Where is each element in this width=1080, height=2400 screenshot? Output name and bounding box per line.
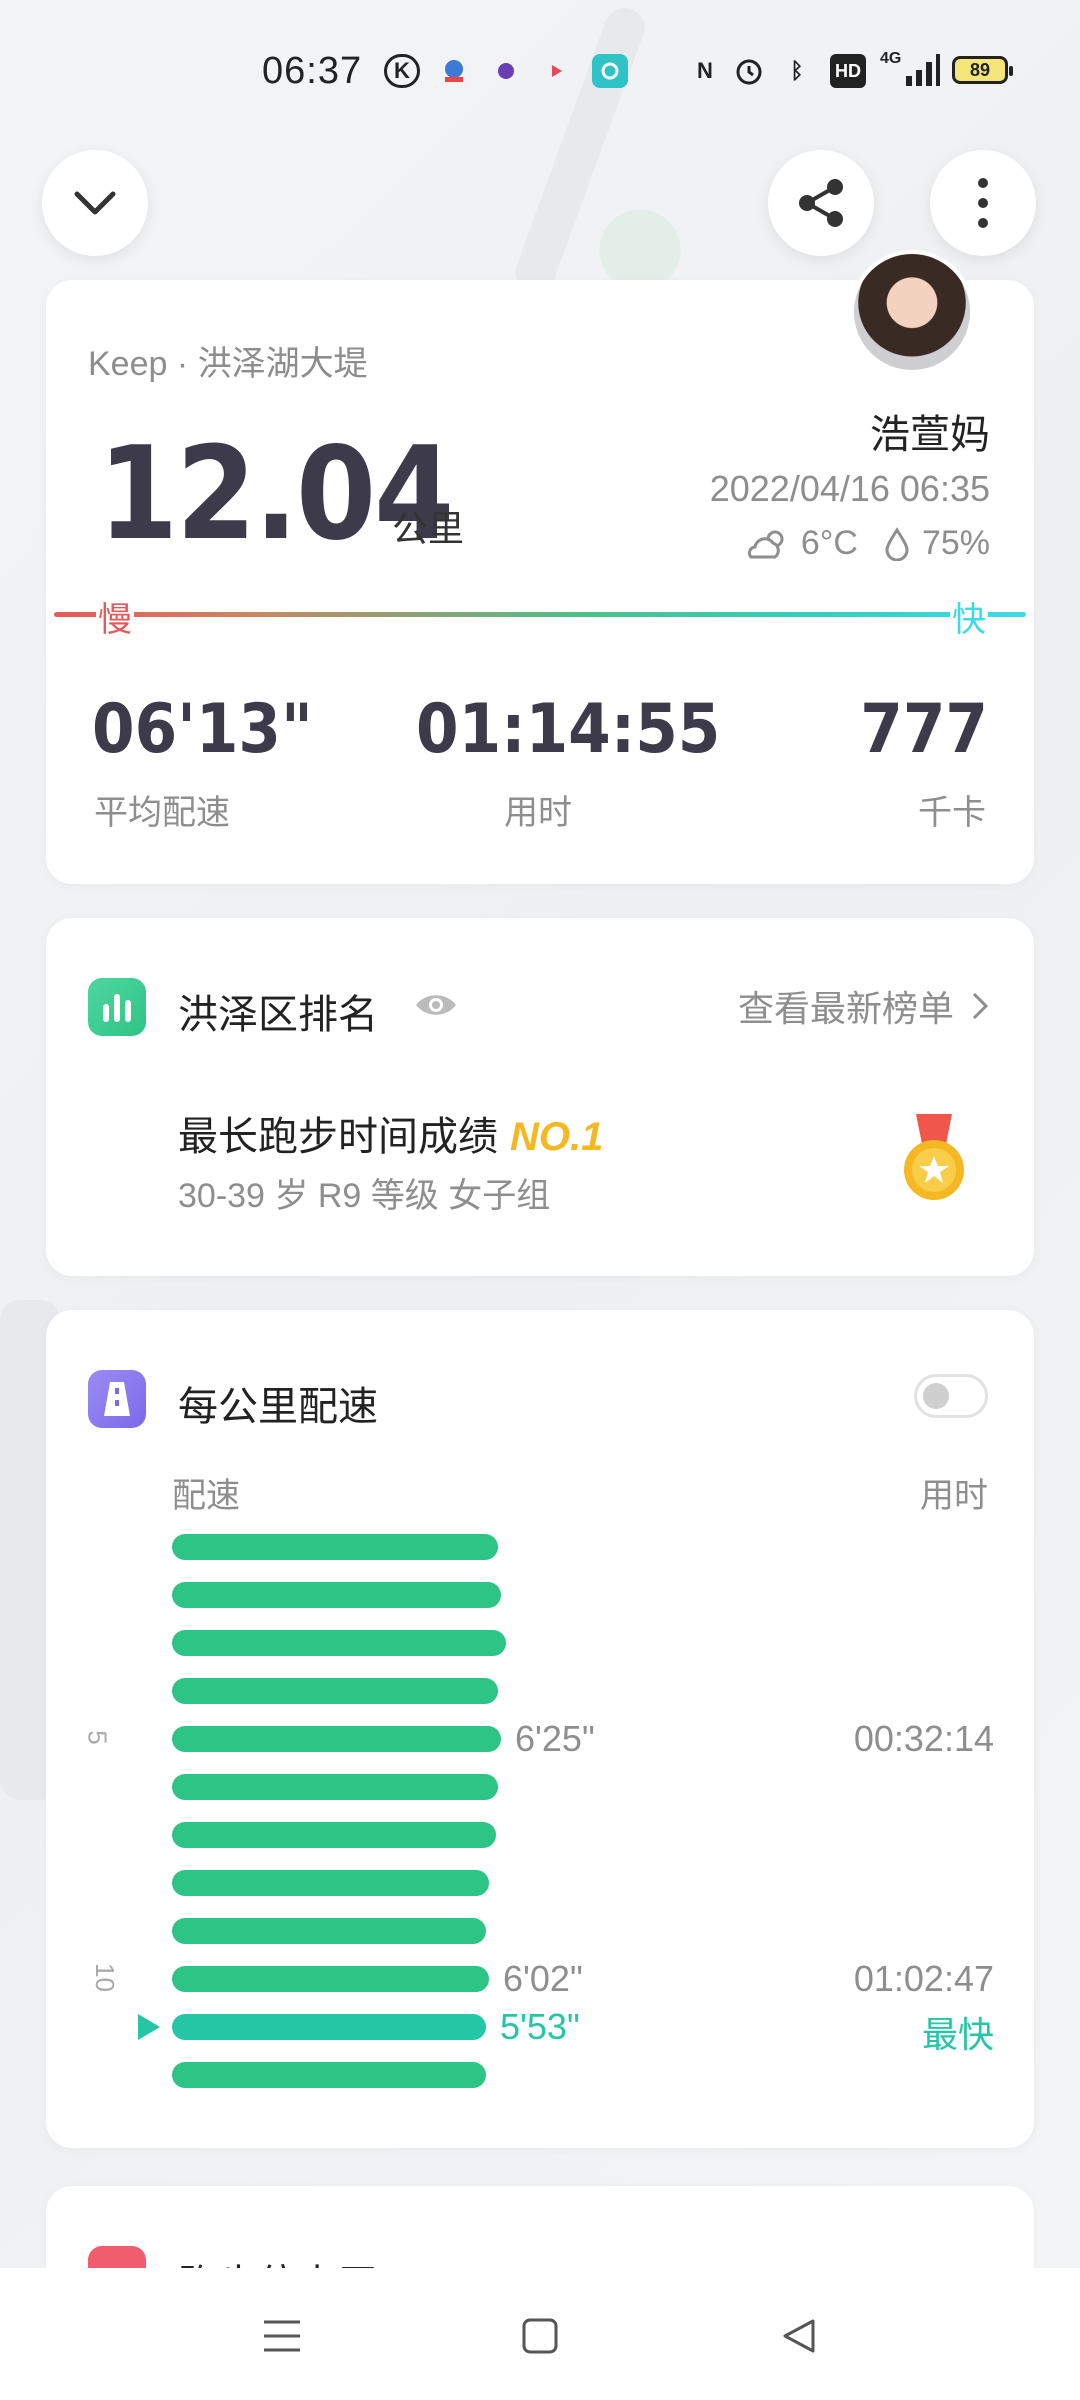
fastest-indicator-icon	[138, 2014, 160, 2040]
pace-toggle[interactable]	[914, 1374, 988, 1418]
status-time: 06:37	[262, 50, 363, 92]
pace-bar-km-2	[172, 1582, 501, 1608]
pace-bar-km-11	[172, 2014, 486, 2040]
app-icon-2	[440, 54, 468, 88]
duration-value: 01:14:55	[416, 690, 721, 769]
pace-bar-km-1	[172, 1534, 498, 1560]
navigation-bar	[0, 2268, 1080, 2400]
bluetooth-icon: ᛒ	[790, 58, 804, 83]
rank-group: 30-39 岁 R9 等级 女子组	[178, 1177, 551, 1215]
pace-column-header: 配速	[172, 1477, 240, 1515]
time-label-km-5: 00:32:14	[853, 1718, 994, 1759]
pace-bar-km-4	[172, 1678, 498, 1704]
time-label-km-11: 最快	[921, 2014, 994, 2055]
share-button[interactable]	[768, 150, 874, 256]
collapse-button[interactable]	[42, 150, 148, 256]
menu-button[interactable]	[252, 2306, 312, 2366]
pace-bar-km-9	[172, 1918, 486, 1944]
app-icon-5	[592, 54, 628, 88]
back-triangle-icon	[783, 2319, 815, 2353]
humidity: 75%	[921, 524, 990, 562]
km-tick-10: 10	[89, 1963, 120, 1992]
km-tick-5: 5	[82, 1730, 113, 1745]
ranking-title: 洪泽区排名	[178, 993, 378, 1037]
pace-bar-km-8	[172, 1870, 489, 1896]
back-button[interactable]	[768, 2306, 828, 2366]
signal-icon: 4G	[880, 50, 940, 88]
rank-number: NO.1	[510, 1115, 604, 1159]
nfc-icon: N	[697, 58, 713, 83]
hd-icon: HD	[830, 54, 866, 88]
pace-title: 每公里配速	[178, 1385, 378, 1429]
rank-achievement: 最长跑步时间成绩 NO.1	[178, 1104, 603, 1162]
alarm-icon	[732, 54, 766, 88]
avg-pace-value: 06'13"	[92, 690, 313, 769]
more-button[interactable]	[930, 150, 1036, 256]
pace-bar-km-5	[172, 1726, 501, 1752]
calories-value: 777	[860, 690, 988, 769]
calories-label: 千卡	[918, 794, 986, 832]
status-bar: 06:37 K N ᛒ HD 4G 89	[0, 40, 1080, 102]
medal-icon	[904, 1114, 964, 1200]
activity-datetime: 2022/04/16 06:35	[709, 468, 990, 509]
network-type: 4G	[880, 50, 902, 67]
cloud-sun-icon	[747, 530, 784, 558]
pace-label-km-5: 6'25"	[515, 1718, 595, 1759]
more-vertical-icon	[978, 178, 988, 228]
humidity-drop-icon	[885, 526, 909, 561]
app-icon-4	[546, 54, 568, 88]
pace-label-km-10: 6'02"	[503, 1958, 583, 1999]
pace-bar-km-7	[172, 1822, 496, 1848]
distance-unit: 公里	[392, 508, 465, 549]
weather-info: 6°C 75%	[745, 524, 990, 563]
avg-pace-label: 平均配速	[94, 794, 230, 832]
home-button[interactable]	[510, 2306, 570, 2366]
k-app-icon: K	[384, 54, 420, 88]
ranking-chart-icon	[88, 978, 146, 1036]
duration-label: 用时	[504, 794, 572, 832]
chevron-down-icon	[74, 191, 116, 215]
battery-icon: 89	[952, 56, 1013, 84]
view-leaderboard-label: 查看最新榜单	[737, 988, 954, 1029]
app-icon-3	[494, 54, 518, 88]
achievement-label: 最长跑步时间成绩	[178, 1115, 498, 1159]
avatar[interactable]	[850, 250, 974, 374]
eye-icon[interactable]	[412, 988, 460, 1022]
pace-bar-km-6	[172, 1774, 498, 1800]
fast-label: 快	[950, 592, 988, 641]
summary-card: Keep · 洪泽湖大堤 12.04 公里 浩萱妈 2022/04/16 06:…	[46, 250, 1034, 884]
temperature: 6°C	[800, 524, 858, 562]
username: 浩萱妈	[870, 413, 990, 457]
road-icon	[88, 1370, 146, 1428]
share-icon	[799, 179, 843, 227]
pace-bar-km-12	[172, 2062, 486, 2088]
pace-bar-km-3	[172, 1630, 506, 1656]
chevron-right-icon	[972, 992, 989, 1020]
speed-gradient-line	[54, 612, 1026, 617]
home-square-icon	[522, 2318, 558, 2354]
ranking-card: 洪泽区排名 查看最新榜单 最长跑步时间成绩 NO.1 30-39 岁 R9 等级 …	[46, 918, 1034, 1276]
time-column-header: 用时	[920, 1477, 988, 1515]
menu-icon	[264, 2320, 300, 2352]
slow-label: 慢	[96, 592, 134, 641]
pace-bar-km-10	[172, 1966, 489, 1992]
activity-source: Keep · 洪泽湖大堤	[88, 345, 368, 383]
pace-label-km-11: 5'53"	[500, 2006, 580, 2047]
view-leaderboard-link[interactable]: 查看最新榜单	[738, 980, 990, 1032]
time-label-km-10: 01:02:47	[853, 1958, 994, 1999]
pace-card: 每公里配速 配速 用时 6'25" 00:32:14 6'02" 01:02:47 5'…	[46, 1310, 1034, 2148]
